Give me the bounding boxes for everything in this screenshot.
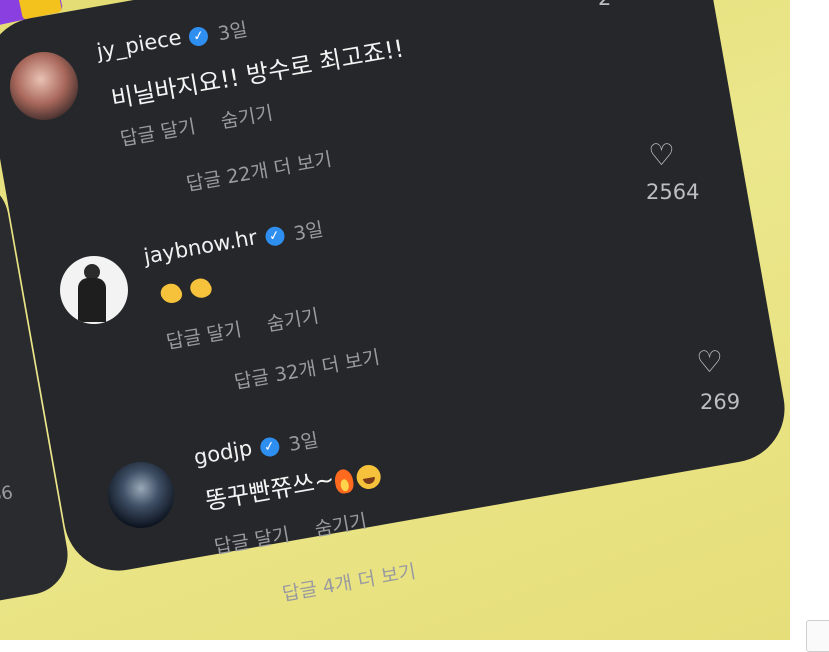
laughing-face-icon — [354, 462, 382, 491]
like-count: 2564 — [646, 180, 700, 204]
avatar-jy-piece[interactable] — [10, 52, 78, 120]
comment-time: 3일 — [216, 18, 250, 46]
clapping-hands-icon — [186, 272, 216, 302]
verified-badge-icon: ✓ — [258, 436, 281, 459]
verified-badge-icon: ✓ — [187, 25, 210, 48]
verified-badge-icon: ✓ — [263, 225, 286, 248]
avatar-godjp[interactable] — [108, 462, 174, 528]
heart-icon[interactable]: ♡ — [696, 345, 723, 380]
comment-time: 3일 — [287, 429, 321, 456]
like-count: 269 — [700, 390, 741, 414]
avatar-jaybnow-hr[interactable] — [60, 256, 128, 324]
partial-like-count: 2 — [598, 0, 611, 10]
heart-icon[interactable]: ♡ — [648, 138, 675, 173]
scroll-control[interactable] — [806, 620, 829, 652]
right-strip — [790, 0, 829, 640]
clapping-hands-icon — [156, 277, 186, 307]
comment-time: 3일 — [292, 218, 326, 246]
